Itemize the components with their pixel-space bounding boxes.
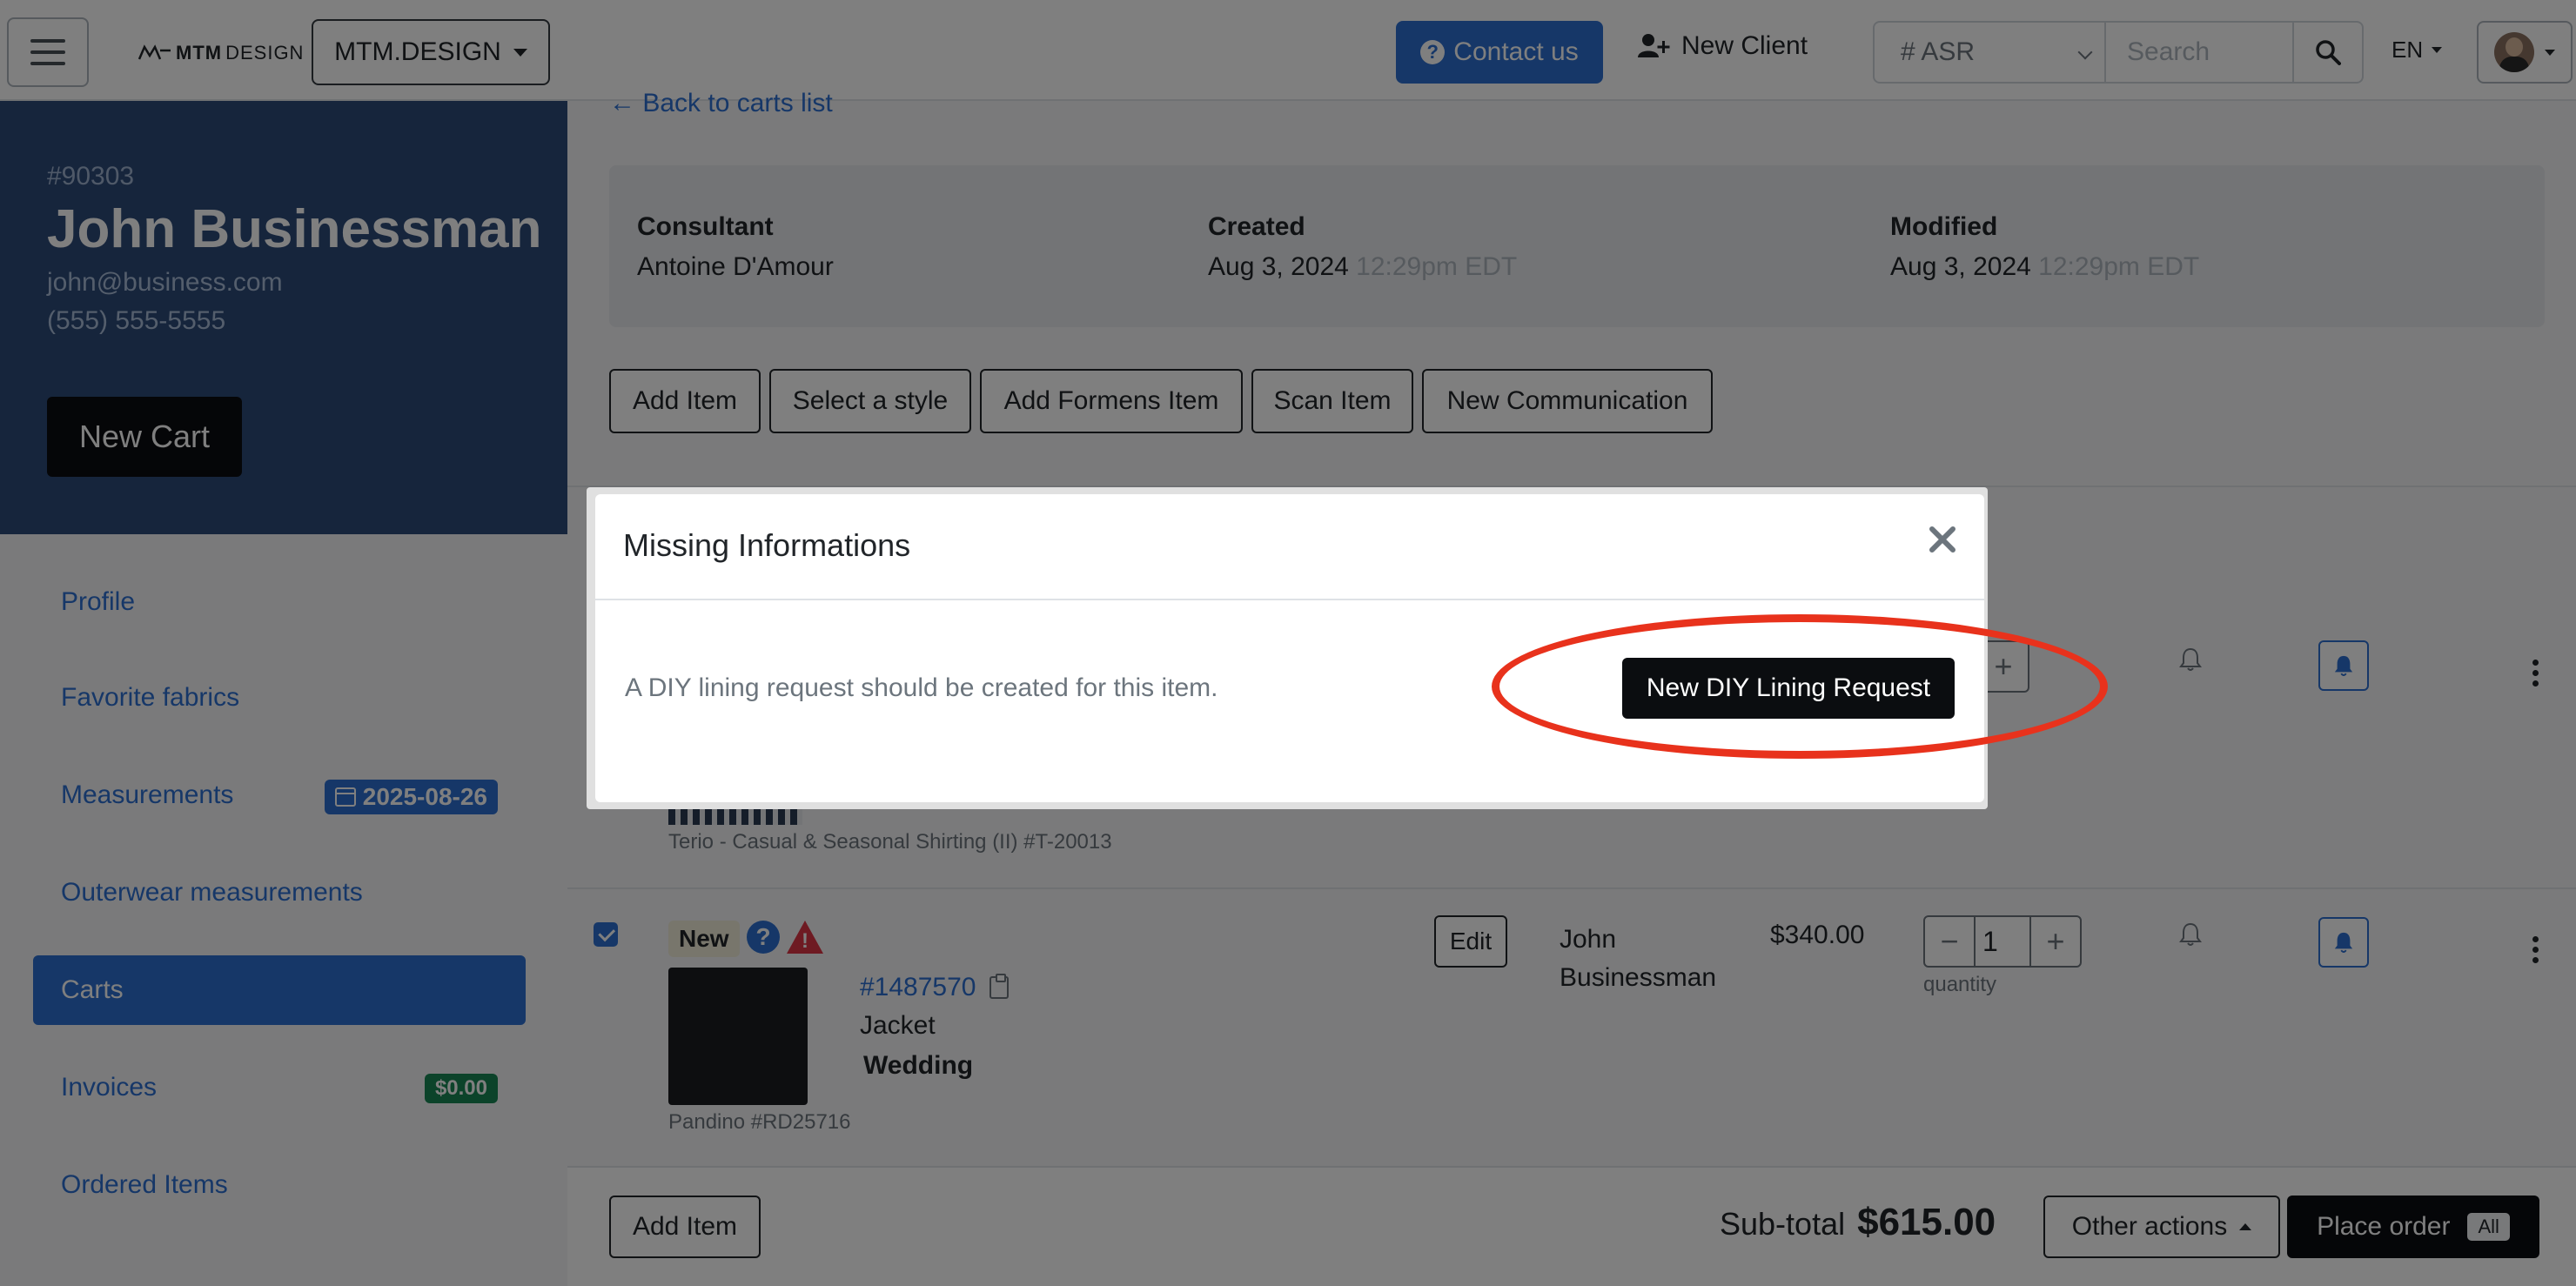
modal-title: Missing Informations [623, 527, 911, 563]
close-icon [1929, 526, 1955, 553]
modal-header-divider [595, 599, 1984, 600]
annotation-highlight-ellipse [1492, 614, 2108, 759]
modal-message: A DIY lining request should be created f… [625, 673, 1218, 702]
modal-close-button[interactable] [1923, 520, 1962, 559]
